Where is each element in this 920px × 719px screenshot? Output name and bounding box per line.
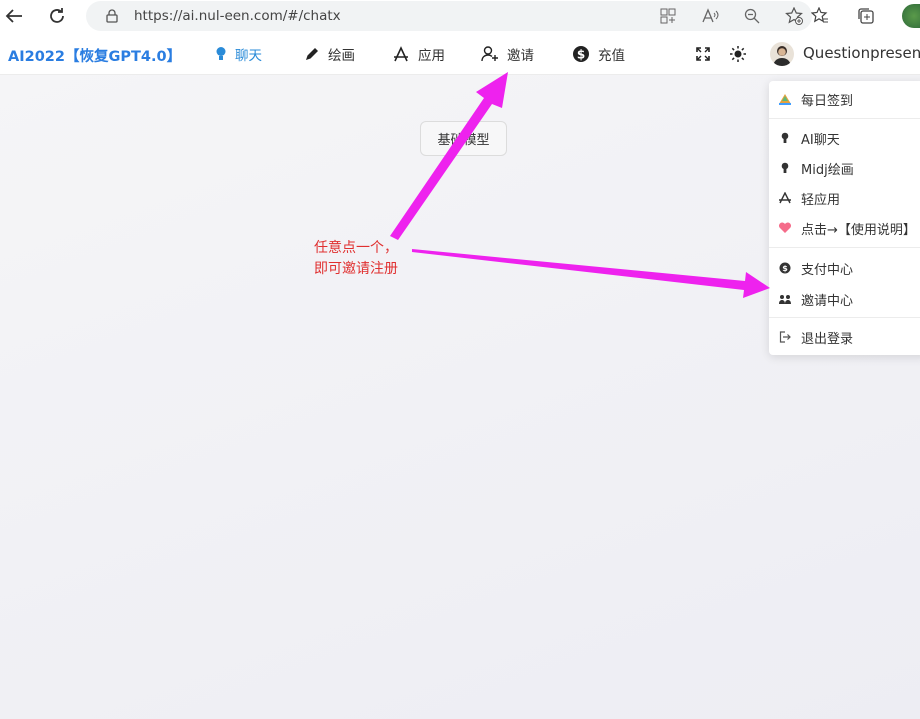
menu-item-payment[interactable]: $ 支付中心 <box>769 254 920 282</box>
app-store-icon <box>394 46 408 62</box>
address-bar[interactable]: https://ai.nul-een.com/#/chatx <box>86 1 812 31</box>
favorites-icon[interactable] <box>810 6 830 26</box>
user-name[interactable]: Questionpresenter <box>803 44 920 62</box>
model-select-button[interactable]: 基础模型 <box>420 121 507 156</box>
menu-item-logout[interactable]: 退出登录 <box>769 323 920 351</box>
menu-item-midj-label: Midj绘画 <box>801 162 854 178</box>
menu-item-light-app[interactable]: 轻应用 <box>769 184 920 212</box>
apps-icon[interactable] <box>658 6 678 26</box>
annotation-line-2: 即可邀请注册 <box>314 261 398 277</box>
nav-invite-label: 邀请 <box>507 48 534 64</box>
menu-divider <box>769 118 920 119</box>
menu-item-invite-center[interactable]: 邀请中心 <box>769 285 920 313</box>
menu-item-ai-chat[interactable]: AI聊天 <box>769 124 920 152</box>
lock-icon <box>104 8 120 24</box>
nav-recharge[interactable]: $ 充值 <box>572 42 625 66</box>
dollar-icon: $ <box>778 261 792 275</box>
logout-icon <box>778 330 792 344</box>
nav-chat-label: 聊天 <box>235 48 262 64</box>
menu-item-payment-label: 支付中心 <box>801 262 854 278</box>
read-aloud-icon[interactable] <box>700 6 720 26</box>
browser-toolbar: https://ai.nul-een.com/#/chatx <box>0 0 920 33</box>
menu-item-invite-center-label: 邀请中心 <box>801 293 854 309</box>
checkin-icon <box>778 92 792 106</box>
menu-item-guide-label: 点击→【使用说明】 <box>801 222 916 238</box>
menu-item-ai-chat-label: AI聊天 <box>801 132 840 148</box>
pencil-icon <box>306 48 318 60</box>
app-header: AI2022【恢复GPT4.0】 聊天 绘画 应用 邀请 $ 充值 Questi… <box>0 33 920 75</box>
back-icon <box>5 9 22 23</box>
menu-divider <box>769 317 920 318</box>
bulb-icon <box>778 131 792 145</box>
favorite-add-icon[interactable] <box>784 6 804 26</box>
nav-draw-label: 绘画 <box>328 48 355 64</box>
lightbulb-icon <box>216 47 226 60</box>
user-add-icon <box>481 46 498 62</box>
profile-icon[interactable] <box>902 4 920 28</box>
refresh-button[interactable] <box>43 2 71 30</box>
annotation-line-1: 任意点一个， <box>314 240 398 256</box>
refresh-icon <box>50 8 64 23</box>
collections-icon[interactable] <box>856 6 876 26</box>
invite-icon <box>778 292 792 306</box>
user-dropdown-menu: 每日签到 AI聊天 Midj绘画 轻应用 点击→【使用说明】 $ 支付中心 邀请… <box>769 81 920 355</box>
heart-icon <box>778 221 792 235</box>
nav-chat[interactable]: 聊天 <box>215 42 262 66</box>
back-button[interactable] <box>0 2 28 30</box>
url-text[interactable]: https://ai.nul-een.com/#/chatx <box>134 8 341 24</box>
annotation-text: 任意点一个， 即可邀请注册 <box>314 238 398 280</box>
menu-item-logout-label: 退出登录 <box>801 331 854 347</box>
bulb-icon <box>778 161 792 175</box>
nav-apps[interactable]: 应用 <box>392 42 445 66</box>
zoom-icon[interactable] <box>742 6 762 26</box>
theme-sun-icon[interactable] <box>729 45 747 63</box>
nav-draw[interactable]: 绘画 <box>304 42 355 66</box>
menu-item-checkin[interactable]: 每日签到 <box>769 85 920 113</box>
menu-item-midj[interactable]: Midj绘画 <box>769 154 920 182</box>
menu-item-light-app-label: 轻应用 <box>801 192 841 208</box>
nav-invite[interactable]: 邀请 <box>481 42 534 66</box>
menu-item-guide[interactable]: 点击→【使用说明】 <box>769 214 920 242</box>
svg-text:$: $ <box>782 264 788 273</box>
svg-text:$: $ <box>577 47 585 61</box>
fullscreen-icon[interactable] <box>694 45 712 63</box>
brand-title[interactable]: AI2022【恢复GPT4.0】 <box>8 45 181 66</box>
user-avatar[interactable] <box>770 42 794 66</box>
menu-divider <box>769 247 920 248</box>
nav-recharge-label: 充值 <box>598 48 625 64</box>
app-store-icon <box>778 191 792 205</box>
menu-item-checkin-label: 每日签到 <box>801 93 854 109</box>
nav-apps-label: 应用 <box>418 48 445 64</box>
dollar-icon: $ <box>573 46 589 62</box>
